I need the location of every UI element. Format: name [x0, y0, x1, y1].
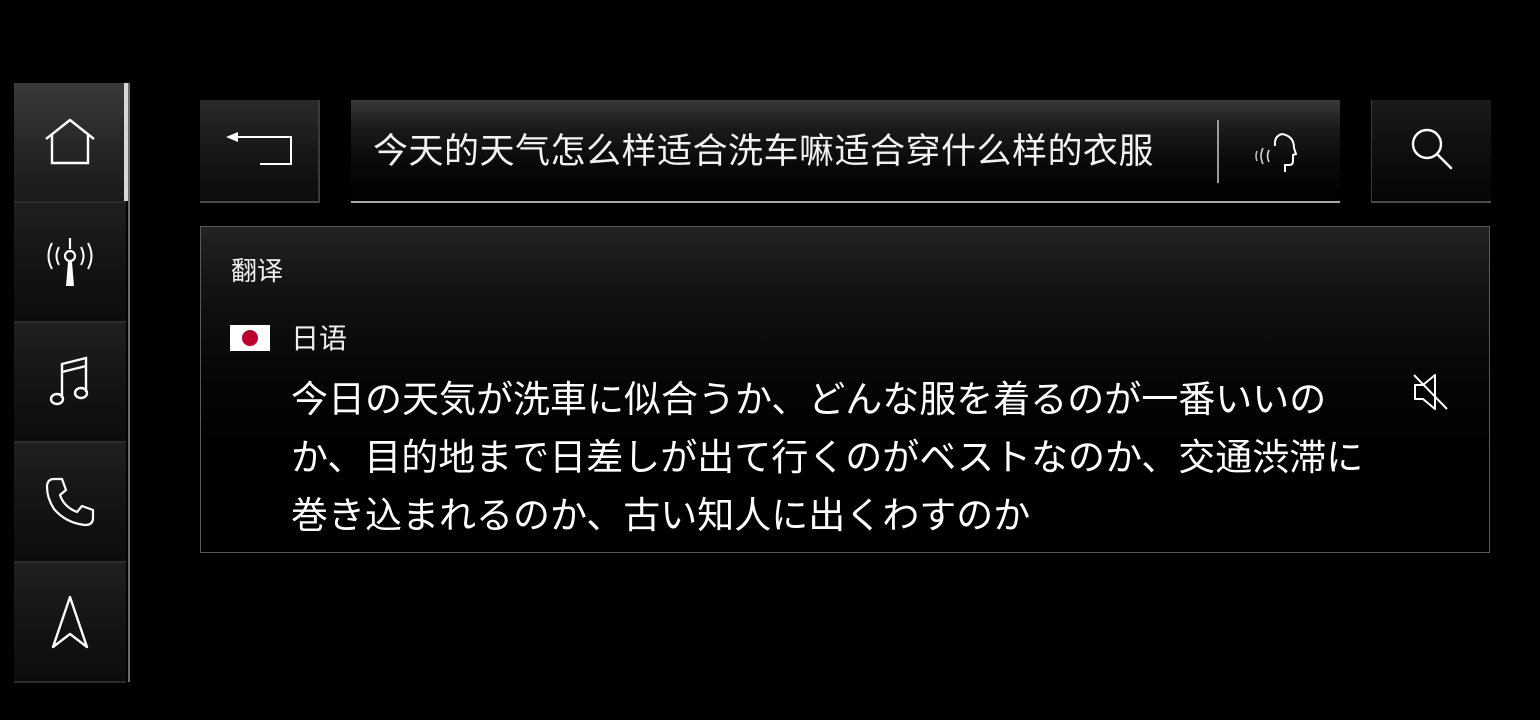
speaker-mute-icon[interactable]	[1411, 372, 1451, 416]
voice-input-icon[interactable]	[1254, 130, 1298, 178]
search-button[interactable]	[1371, 100, 1491, 203]
translation-text: 今日の天気が洗車に似合うか、どんな服を着るのが一番いいのか、目的地まで日差しが出…	[291, 378, 1364, 537]
flag-circle	[242, 330, 258, 346]
back-arrow-icon	[224, 131, 294, 171]
translation-screen: 今天的天气怎么样适合洗车嘛适合穿什么样的衣服 翻译 日语 今日の天気が洗車に似合…	[0, 0, 1540, 720]
japan-flag-icon	[230, 325, 270, 351]
sidebar-item-radio[interactable]	[14, 203, 126, 323]
search-field[interactable]: 今天的天气怎么样适合洗车嘛适合穿什么样的衣服	[351, 100, 1340, 203]
sidebar-item-home[interactable]	[14, 83, 128, 203]
navigation-arrow-icon	[50, 594, 90, 650]
search-divider	[1217, 120, 1219, 183]
back-button[interactable]	[200, 100, 320, 203]
sidebar-item-music[interactable]	[14, 323, 126, 443]
sidebar-nav	[14, 83, 130, 683]
sidebar-item-navigation[interactable]	[14, 563, 126, 683]
radio-antenna-icon	[44, 234, 96, 290]
panel-title: 翻译	[231, 257, 284, 287]
sidebar-item-phone[interactable]	[14, 443, 126, 563]
phone-icon	[44, 476, 96, 528]
language-label: 日语	[291, 322, 348, 355]
search-icon	[1409, 126, 1455, 176]
search-input-text[interactable]: 今天的天气怎么样适合洗车嘛适合穿什么样的衣服	[373, 130, 1185, 174]
music-note-icon	[48, 354, 92, 410]
translation-panel: 翻译 日语 今日の天気が洗車に似合うか、どんな服を着るのが一番いいのか、目的地ま…	[200, 226, 1490, 553]
home-icon	[42, 117, 98, 167]
